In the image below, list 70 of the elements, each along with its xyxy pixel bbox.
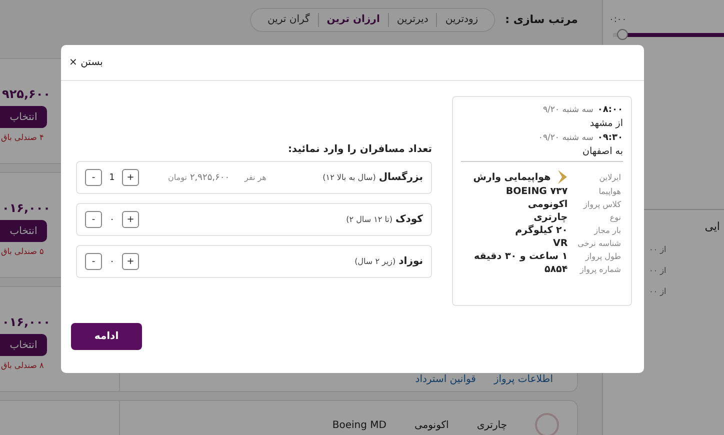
decrement-button[interactable]: - xyxy=(85,169,102,186)
currency: تومان xyxy=(168,173,187,182)
decrement-button[interactable]: - xyxy=(85,253,102,270)
detail-value: چارتری xyxy=(532,212,568,223)
close-button[interactable]: × بستن xyxy=(67,57,105,68)
airline-logo-icon xyxy=(556,170,568,184)
sort-option[interactable]: دیرترین xyxy=(388,13,436,27)
detail-label: بار مجاز xyxy=(592,226,621,235)
seats-left: ۴ صندلی باق xyxy=(0,133,44,142)
select-button[interactable]: انتخاب xyxy=(0,220,47,242)
sort-option[interactable]: گران ترین xyxy=(259,13,318,27)
detail-label: شناسه نرخی xyxy=(578,239,621,248)
filter-price: از ۰۰ xyxy=(649,287,666,296)
seats-left: ۸ صندلی باق xyxy=(0,361,44,370)
flight-time: ۰۹:۳۰ xyxy=(597,133,623,143)
detail-value: اکونومی xyxy=(526,199,568,210)
passenger-type: کودک xyxy=(396,214,423,225)
age-range: (سال به بالا ۱۲) xyxy=(322,173,376,182)
detail-value: هواپیمایی وارش xyxy=(473,172,551,182)
seats-left: ۵ صندلی باق xyxy=(0,247,44,256)
city: از مشهد xyxy=(588,118,623,129)
filter-price: از ۰۰ xyxy=(649,266,666,275)
filter-title: ایی xyxy=(704,220,720,233)
flight-info: چارتری xyxy=(476,420,507,430)
card-link[interactable]: قوانین استرداد xyxy=(415,374,476,385)
flight-date: سه شنبه ۹/۲۰ xyxy=(542,105,594,115)
detail-label: نوع xyxy=(608,213,621,222)
flight-time: ۰۸:۰۰ xyxy=(597,105,623,115)
continue-button[interactable]: ادامه xyxy=(71,323,142,350)
detail-value: BOEING ۷۳۷ xyxy=(504,186,568,197)
age-range: (تا ۱۲ سال ۲) xyxy=(346,215,393,224)
detail-value: ۲۰ کیلوگرم xyxy=(514,225,568,236)
passenger-count: ۰ xyxy=(108,214,116,224)
detail-label: شماره پرواز xyxy=(578,265,621,274)
passenger-count: ۰ xyxy=(108,256,116,266)
decrement-button[interactable]: - xyxy=(85,211,102,228)
price: ۹۲۵,۶۰۰ xyxy=(1,87,51,101)
age-range: (زیر ۲ سال) xyxy=(354,257,396,266)
filter-price: از ۰۰ xyxy=(649,245,666,254)
city: به اصفهان xyxy=(581,146,623,157)
airline-logo-icon xyxy=(535,413,559,435)
time-label: ۰:۰۰ xyxy=(608,15,628,25)
passenger-count: 1 xyxy=(108,172,116,182)
sort-option[interactable]: ارزان ترین xyxy=(318,13,388,27)
sort-label: مرتب سازی : xyxy=(505,12,578,26)
select-button[interactable]: انتخاب xyxy=(0,334,47,356)
unit-price: ۲,۹۲۵,۶۰۰ xyxy=(190,172,230,182)
passenger-type: نوزاد xyxy=(398,256,423,267)
passenger-type: بزرگسال xyxy=(378,172,423,183)
increment-button[interactable]: + xyxy=(122,211,139,228)
price: ۰۱۶,۰۰۰ xyxy=(1,315,51,329)
detail-label: ایرلاین xyxy=(598,172,621,182)
increment-button[interactable]: + xyxy=(122,253,139,270)
slider-thumb[interactable] xyxy=(616,29,628,40)
increment-button[interactable]: + xyxy=(122,169,139,186)
detail-label: طول پرواز xyxy=(584,252,621,261)
flight-date: سه شنبه ۰۹/۲۰ xyxy=(538,133,594,143)
passengers-title: تعداد مسافران را وارد نمائید: xyxy=(286,144,432,155)
detail-value: VR xyxy=(552,238,568,249)
select-button[interactable]: انتخاب xyxy=(0,106,47,128)
card-link[interactable]: اطلاعات پرواز xyxy=(494,374,553,385)
price: ۰۱۶,۰۰۰ xyxy=(1,201,51,215)
flight-info: Boeing MD xyxy=(332,420,386,430)
detail-value: ۱ ساعت و ۳۰ دقیقه xyxy=(473,251,568,262)
detail-label: هواپیما xyxy=(598,187,621,196)
detail-value: ۵۸۵۴ xyxy=(543,264,568,275)
flight-info: اکونومی xyxy=(414,420,449,430)
price-label: هر نفر xyxy=(244,173,266,182)
sort-option[interactable]: زودترین xyxy=(436,13,486,27)
detail-label: کلاس پرواز xyxy=(582,200,621,209)
